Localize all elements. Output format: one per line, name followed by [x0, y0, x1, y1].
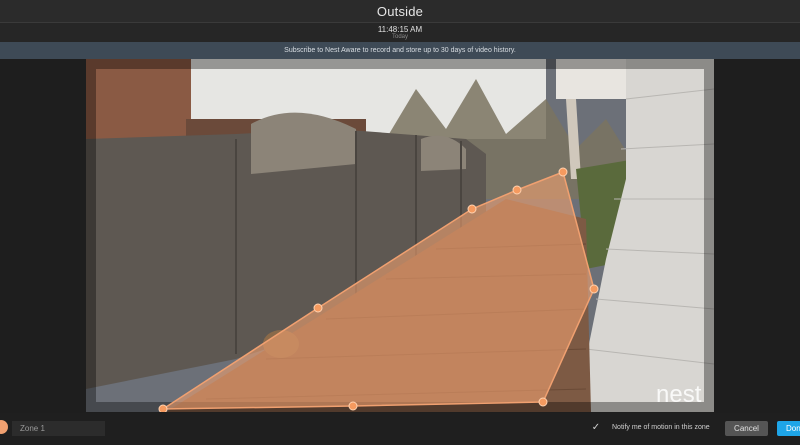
timestamp-bar: 11:48:15 AM Today [0, 22, 800, 43]
subscribe-banner[interactable]: Subscribe to Nest Aware to record and st… [0, 42, 800, 59]
zone-color-indicator [0, 420, 8, 434]
zone-handle[interactable] [467, 204, 477, 214]
brick-house [86, 59, 191, 149]
zone-name-input[interactable] [12, 421, 105, 436]
notify-checkbox[interactable]: ✓ [590, 422, 602, 434]
zone-handle[interactable] [538, 397, 548, 407]
done-button[interactable]: Done [777, 421, 800, 436]
zone-handle[interactable] [589, 284, 599, 294]
zone-editor-bar: ✓ Notify me of motion in this zone Cance… [0, 413, 800, 445]
camera-title: Outside [376, 3, 424, 19]
zone-handle[interactable] [348, 401, 358, 411]
zone-handle[interactable] [313, 303, 323, 313]
header-bar: Outside [0, 0, 800, 22]
nest-watermark: nest [656, 381, 702, 408]
camera-image: nest [86, 59, 714, 412]
zone-handle[interactable] [558, 167, 568, 177]
cancel-button[interactable]: Cancel [725, 421, 768, 436]
zone-handle[interactable] [512, 185, 522, 195]
timestamp-day: Today [391, 34, 408, 40]
camera-feed: nest [86, 59, 714, 412]
timestamp: 11:48:15 AM [377, 25, 423, 34]
notify-label: Notify me of motion in this zone [612, 424, 710, 431]
subscribe-banner-text[interactable]: Subscribe to Nest Aware to record and st… [284, 47, 516, 54]
video-viewer: nest [0, 59, 800, 413]
zone-handle[interactable] [158, 404, 168, 412]
